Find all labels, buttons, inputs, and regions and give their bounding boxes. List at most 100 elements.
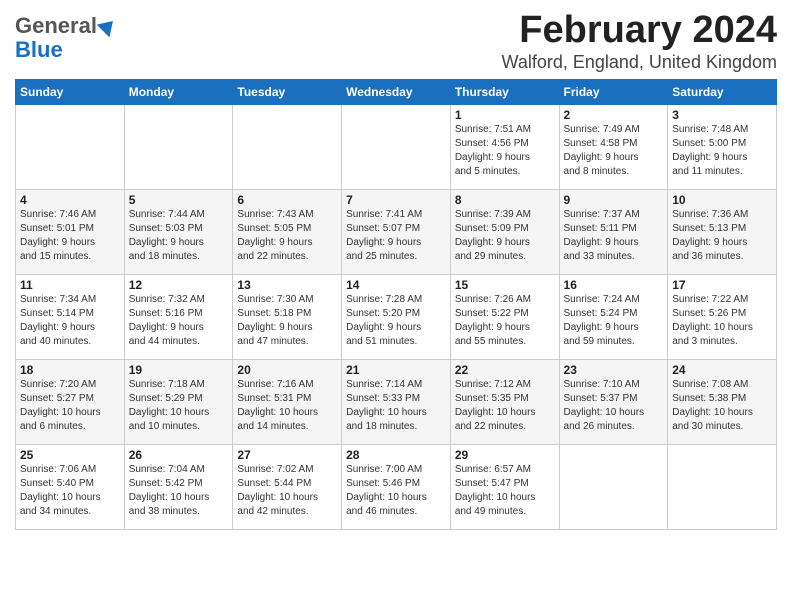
calendar-cell: 8Sunrise: 7:39 AM Sunset: 5:09 PM Daylig… xyxy=(450,189,559,274)
day-info: Sunrise: 7:36 AM Sunset: 5:13 PM Dayligh… xyxy=(672,208,772,264)
calendar-cell: 19Sunrise: 7:18 AM Sunset: 5:29 PM Dayli… xyxy=(124,359,233,444)
day-info: Sunrise: 7:41 AM Sunset: 5:07 PM Dayligh… xyxy=(346,208,446,264)
calendar-cell: 29Sunrise: 6:57 AM Sunset: 5:47 PM Dayli… xyxy=(450,444,559,529)
day-info: Sunrise: 7:02 AM Sunset: 5:44 PM Dayligh… xyxy=(237,463,337,519)
day-info: Sunrise: 7:48 AM Sunset: 5:00 PM Dayligh… xyxy=(672,123,772,179)
logo-triangle-icon xyxy=(97,15,120,38)
day-number: 13 xyxy=(237,278,337,292)
day-info: Sunrise: 7:37 AM Sunset: 5:11 PM Dayligh… xyxy=(564,208,664,264)
calendar-cell: 16Sunrise: 7:24 AM Sunset: 5:24 PM Dayli… xyxy=(559,274,668,359)
col-header-tuesday: Tuesday xyxy=(233,79,342,104)
day-info: Sunrise: 7:30 AM Sunset: 5:18 PM Dayligh… xyxy=(237,293,337,349)
day-number: 7 xyxy=(346,193,446,207)
calendar-cell xyxy=(233,104,342,189)
day-info: Sunrise: 7:12 AM Sunset: 5:35 PM Dayligh… xyxy=(455,378,555,434)
col-header-wednesday: Wednesday xyxy=(342,79,451,104)
calendar-cell: 23Sunrise: 7:10 AM Sunset: 5:37 PM Dayli… xyxy=(559,359,668,444)
col-header-thursday: Thursday xyxy=(450,79,559,104)
calendar-table: SundayMondayTuesdayWednesdayThursdayFrid… xyxy=(15,79,777,530)
day-number: 27 xyxy=(237,448,337,462)
calendar-cell: 20Sunrise: 7:16 AM Sunset: 5:31 PM Dayli… xyxy=(233,359,342,444)
col-header-monday: Monday xyxy=(124,79,233,104)
location-title: Walford, England, United Kingdom xyxy=(502,52,777,73)
day-number: 19 xyxy=(129,363,229,377)
day-number: 4 xyxy=(20,193,120,207)
calendar-cell: 9Sunrise: 7:37 AM Sunset: 5:11 PM Daylig… xyxy=(559,189,668,274)
calendar-cell xyxy=(559,444,668,529)
day-info: Sunrise: 7:32 AM Sunset: 5:16 PM Dayligh… xyxy=(129,293,229,349)
day-info: Sunrise: 7:24 AM Sunset: 5:24 PM Dayligh… xyxy=(564,293,664,349)
day-number: 20 xyxy=(237,363,337,377)
day-number: 8 xyxy=(455,193,555,207)
day-info: Sunrise: 7:20 AM Sunset: 5:27 PM Dayligh… xyxy=(20,378,120,434)
day-number: 26 xyxy=(129,448,229,462)
calendar-cell: 3Sunrise: 7:48 AM Sunset: 5:00 PM Daylig… xyxy=(668,104,777,189)
day-number: 1 xyxy=(455,108,555,122)
day-info: Sunrise: 7:10 AM Sunset: 5:37 PM Dayligh… xyxy=(564,378,664,434)
calendar-cell: 28Sunrise: 7:00 AM Sunset: 5:46 PM Dayli… xyxy=(342,444,451,529)
calendar-cell: 6Sunrise: 7:43 AM Sunset: 5:05 PM Daylig… xyxy=(233,189,342,274)
day-info: Sunrise: 7:22 AM Sunset: 5:26 PM Dayligh… xyxy=(672,293,772,349)
day-info: Sunrise: 7:00 AM Sunset: 5:46 PM Dayligh… xyxy=(346,463,446,519)
day-number: 9 xyxy=(564,193,664,207)
day-info: Sunrise: 7:06 AM Sunset: 5:40 PM Dayligh… xyxy=(20,463,120,519)
day-number: 21 xyxy=(346,363,446,377)
col-header-saturday: Saturday xyxy=(668,79,777,104)
day-number: 11 xyxy=(20,278,120,292)
day-info: Sunrise: 7:46 AM Sunset: 5:01 PM Dayligh… xyxy=(20,208,120,264)
calendar-cell: 11Sunrise: 7:34 AM Sunset: 5:14 PM Dayli… xyxy=(16,274,125,359)
day-info: Sunrise: 6:57 AM Sunset: 5:47 PM Dayligh… xyxy=(455,463,555,519)
calendar-header-row: SundayMondayTuesdayWednesdayThursdayFrid… xyxy=(16,79,777,104)
day-number: 23 xyxy=(564,363,664,377)
day-info: Sunrise: 7:16 AM Sunset: 5:31 PM Dayligh… xyxy=(237,378,337,434)
day-number: 22 xyxy=(455,363,555,377)
day-info: Sunrise: 7:08 AM Sunset: 5:38 PM Dayligh… xyxy=(672,378,772,434)
calendar-week-row: 18Sunrise: 7:20 AM Sunset: 5:27 PM Dayli… xyxy=(16,359,777,444)
logo-blue: Blue xyxy=(15,38,63,62)
calendar-cell: 2Sunrise: 7:49 AM Sunset: 4:58 PM Daylig… xyxy=(559,104,668,189)
calendar-cell xyxy=(668,444,777,529)
day-info: Sunrise: 7:49 AM Sunset: 4:58 PM Dayligh… xyxy=(564,123,664,179)
day-info: Sunrise: 7:04 AM Sunset: 5:42 PM Dayligh… xyxy=(129,463,229,519)
calendar-cell: 12Sunrise: 7:32 AM Sunset: 5:16 PM Dayli… xyxy=(124,274,233,359)
day-info: Sunrise: 7:43 AM Sunset: 5:05 PM Dayligh… xyxy=(237,208,337,264)
day-number: 16 xyxy=(564,278,664,292)
calendar-week-row: 4Sunrise: 7:46 AM Sunset: 5:01 PM Daylig… xyxy=(16,189,777,274)
calendar-cell: 5Sunrise: 7:44 AM Sunset: 5:03 PM Daylig… xyxy=(124,189,233,274)
day-info: Sunrise: 7:28 AM Sunset: 5:20 PM Dayligh… xyxy=(346,293,446,349)
calendar-cell: 1Sunrise: 7:51 AM Sunset: 4:56 PM Daylig… xyxy=(450,104,559,189)
col-header-sunday: Sunday xyxy=(16,79,125,104)
day-info: Sunrise: 7:26 AM Sunset: 5:22 PM Dayligh… xyxy=(455,293,555,349)
day-number: 25 xyxy=(20,448,120,462)
calendar-week-row: 11Sunrise: 7:34 AM Sunset: 5:14 PM Dayli… xyxy=(16,274,777,359)
month-title: February 2024 xyxy=(502,10,777,52)
calendar-week-row: 25Sunrise: 7:06 AM Sunset: 5:40 PM Dayli… xyxy=(16,444,777,529)
calendar-cell: 24Sunrise: 7:08 AM Sunset: 5:38 PM Dayli… xyxy=(668,359,777,444)
day-info: Sunrise: 7:18 AM Sunset: 5:29 PM Dayligh… xyxy=(129,378,229,434)
day-info: Sunrise: 7:14 AM Sunset: 5:33 PM Dayligh… xyxy=(346,378,446,434)
calendar-cell: 26Sunrise: 7:04 AM Sunset: 5:42 PM Dayli… xyxy=(124,444,233,529)
calendar-cell: 21Sunrise: 7:14 AM Sunset: 5:33 PM Dayli… xyxy=(342,359,451,444)
calendar-cell: 15Sunrise: 7:26 AM Sunset: 5:22 PM Dayli… xyxy=(450,274,559,359)
calendar-cell: 13Sunrise: 7:30 AM Sunset: 5:18 PM Dayli… xyxy=(233,274,342,359)
day-number: 2 xyxy=(564,108,664,122)
calendar-week-row: 1Sunrise: 7:51 AM Sunset: 4:56 PM Daylig… xyxy=(16,104,777,189)
day-number: 5 xyxy=(129,193,229,207)
calendar-cell: 17Sunrise: 7:22 AM Sunset: 5:26 PM Dayli… xyxy=(668,274,777,359)
logo: General Blue xyxy=(15,14,117,62)
calendar-cell: 10Sunrise: 7:36 AM Sunset: 5:13 PM Dayli… xyxy=(668,189,777,274)
day-number: 14 xyxy=(346,278,446,292)
day-number: 10 xyxy=(672,193,772,207)
day-number: 15 xyxy=(455,278,555,292)
logo-general: General xyxy=(15,14,97,38)
calendar-cell: 25Sunrise: 7:06 AM Sunset: 5:40 PM Dayli… xyxy=(16,444,125,529)
calendar-cell: 14Sunrise: 7:28 AM Sunset: 5:20 PM Dayli… xyxy=(342,274,451,359)
calendar-cell: 7Sunrise: 7:41 AM Sunset: 5:07 PM Daylig… xyxy=(342,189,451,274)
day-number: 12 xyxy=(129,278,229,292)
day-number: 29 xyxy=(455,448,555,462)
title-area: February 2024 Walford, England, United K… xyxy=(502,10,777,73)
calendar-cell xyxy=(16,104,125,189)
day-number: 28 xyxy=(346,448,446,462)
day-number: 18 xyxy=(20,363,120,377)
calendar-cell: 22Sunrise: 7:12 AM Sunset: 5:35 PM Dayli… xyxy=(450,359,559,444)
